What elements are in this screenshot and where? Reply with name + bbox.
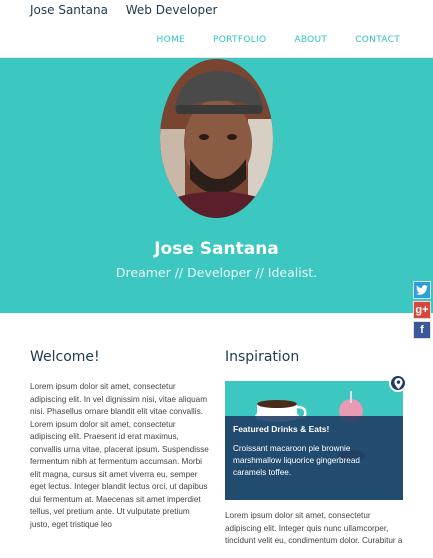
featured-card[interactable]: Featured Drinks & Eats! Croissant macaro… [225,381,403,500]
site-header: Jose Santana Web Developer HOME PORTFOLI… [0,0,433,58]
twitter-icon[interactable] [413,281,431,299]
nav-portfolio[interactable]: PORTFOLIO [213,35,266,45]
featured-card-title: Featured Drinks & Eats! [233,424,330,434]
welcome-body: Lorem ipsum dolor sit amet, consectetur … [30,382,209,529]
site-owner-role: Web Developer [125,3,218,17]
main-nav: HOME PORTFOLIO ABOUT CONTACT [157,35,400,45]
hero-banner: Jose Santana Dreamer // Developer // Ide… [0,58,433,313]
facebook-icon[interactable]: f [413,321,431,339]
nav-about[interactable]: ABOUT [294,35,327,45]
hero-name: Jose Santana [154,239,279,259]
map-pin-icon[interactable] [389,374,407,392]
avatar-portrait [160,59,273,218]
welcome-title: Welcome! [30,349,100,365]
featured-card-text: Croissant macaroon pie brownie marshmall… [233,444,360,477]
social-links: g+ f [413,281,433,341]
site-owner-name: Jose Santana [30,3,108,17]
inspiration-body: Lorem ipsum dolor sit amet, consectetur … [225,511,403,545]
nav-contact[interactable]: CONTACT [355,35,400,45]
nav-home[interactable]: HOME [157,35,186,45]
hero-tagline: Dreamer // Developer // Idealist. [115,265,318,280]
welcome-section: Welcome! Lorem ipsum dolor sit amet, con… [30,349,210,531]
brand: Jose Santana Web Developer [30,3,231,17]
google-plus-icon[interactable]: g+ [413,301,431,319]
inspiration-title: Inspiration [225,349,300,365]
inspiration-section: Inspiration Featured Drinks & Eats! Croi… [225,349,405,548]
featured-card-overlay: Featured Drinks & Eats! Croissant macaro… [225,416,403,500]
avatar [160,59,273,218]
